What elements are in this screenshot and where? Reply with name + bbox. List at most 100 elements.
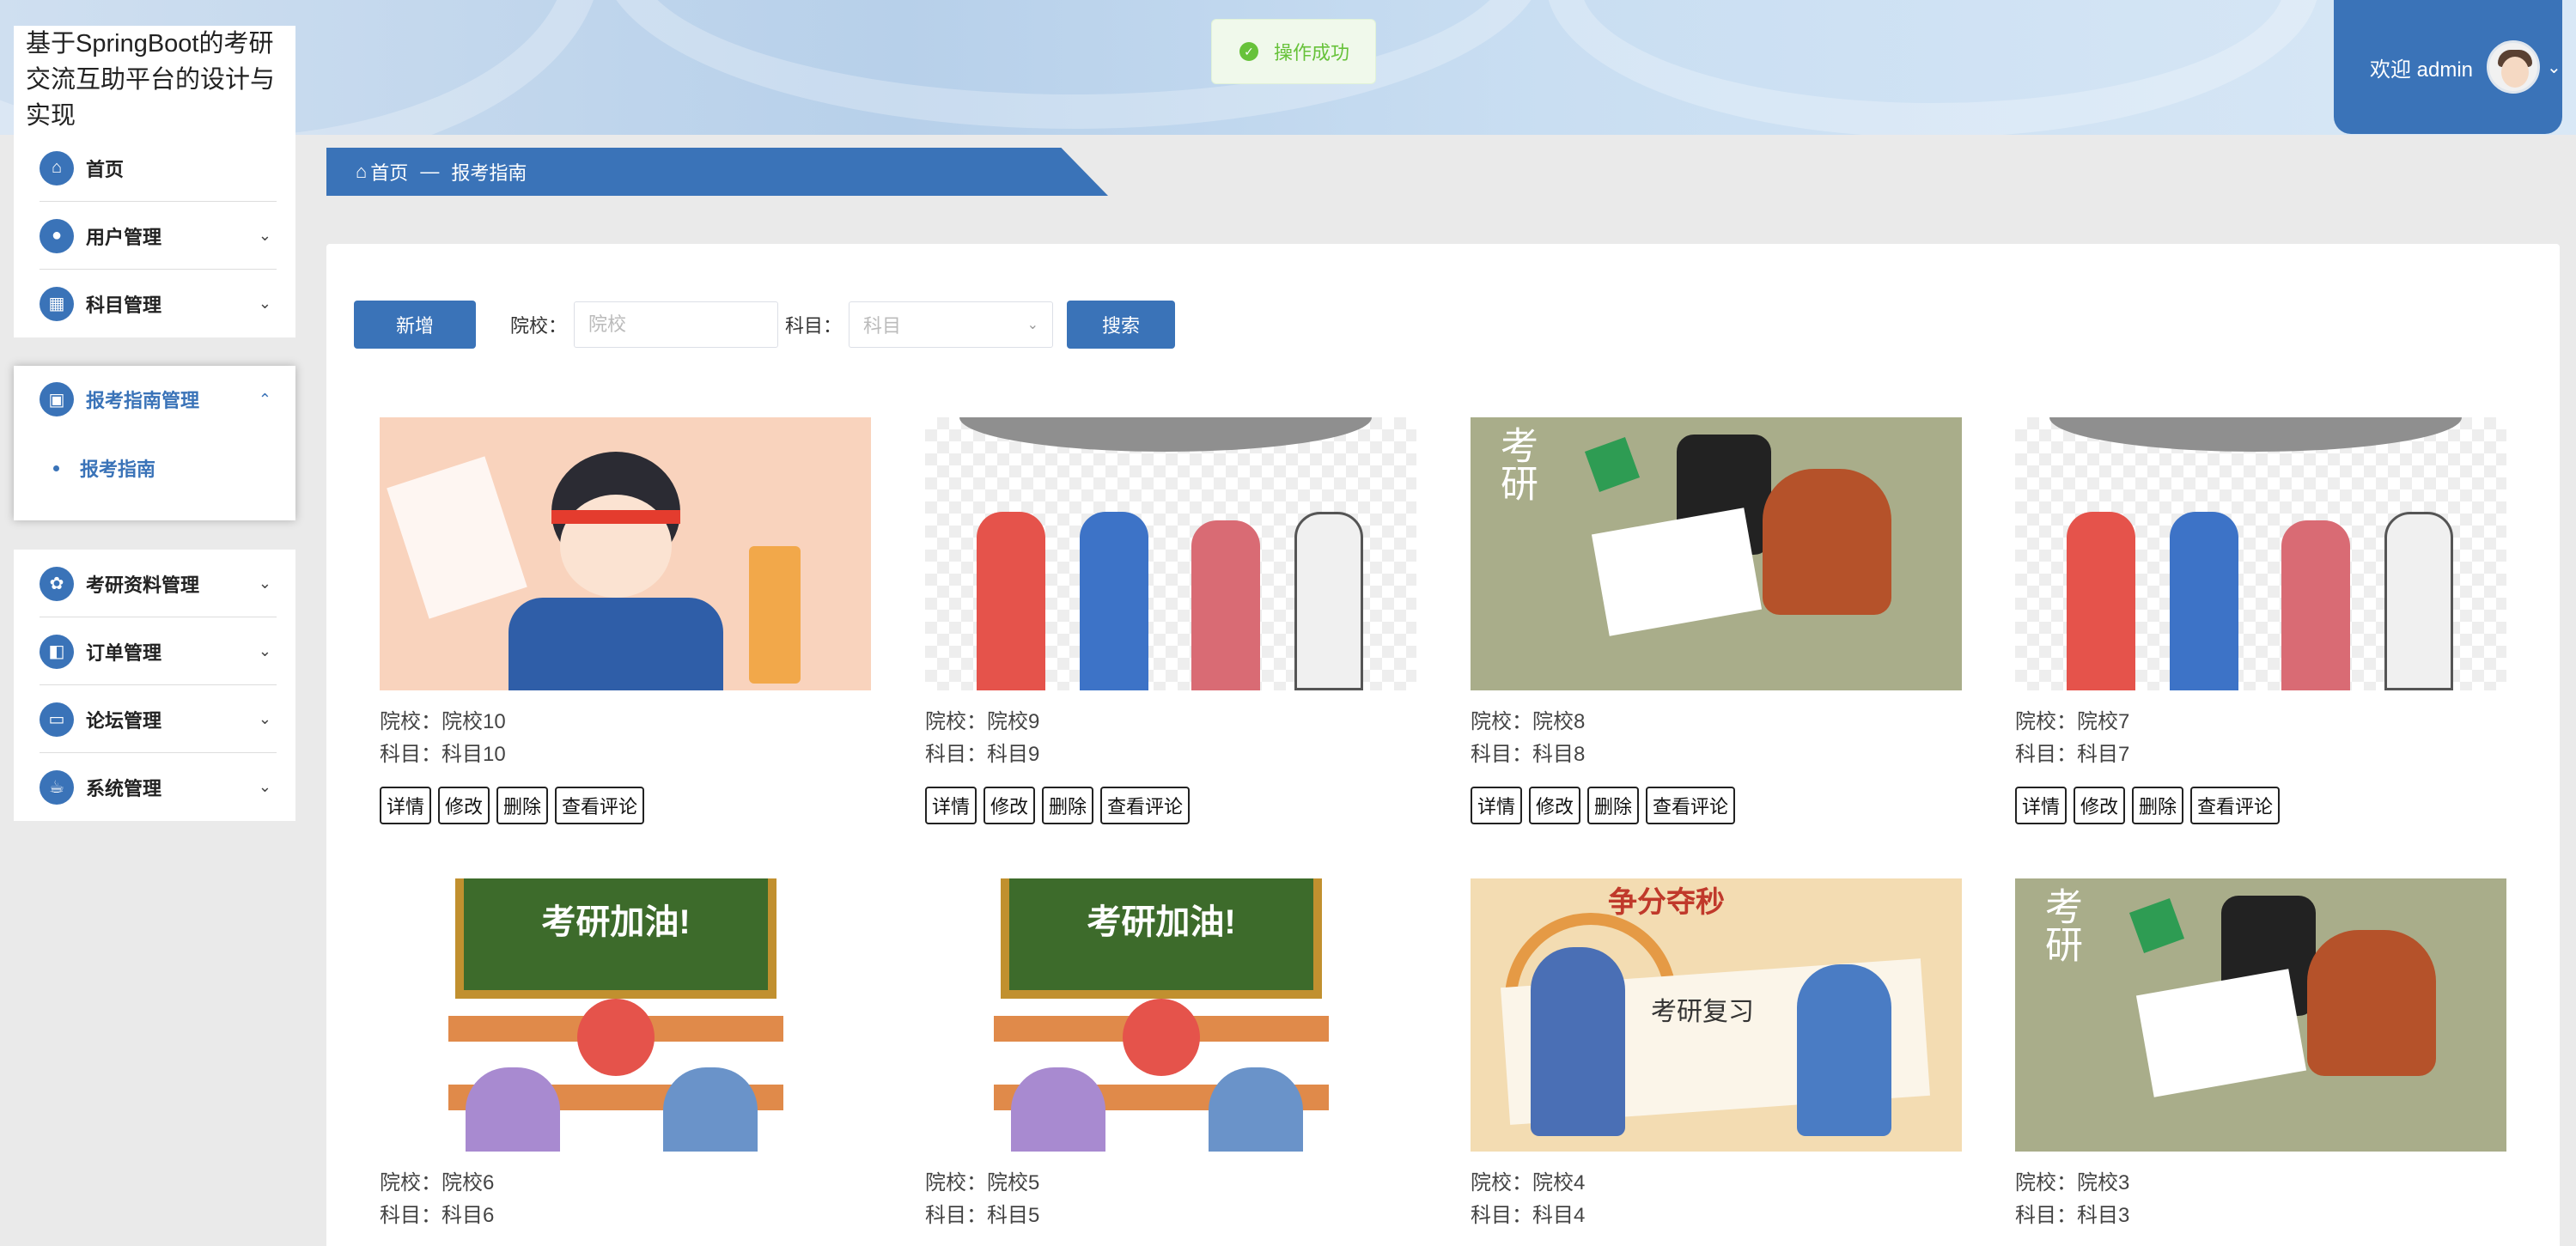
guide-card: 院校：院校7 科目：科目7 详情 修改 删除 查看评论: [2015, 417, 2506, 824]
home-icon: ⌂: [40, 150, 74, 185]
banner-decoration: [601, 0, 1546, 129]
flower-icon: ✿: [40, 566, 74, 601]
card-school: 院校：院校3: [2015, 1171, 2130, 1194]
check-circle-icon: ✓: [1239, 42, 1258, 61]
avatar-face: [2501, 57, 2530, 88]
illustration-speech-bubble: [959, 417, 1372, 452]
illustration-student: [1294, 512, 1363, 690]
guide-card-image[interactable]: [925, 417, 1416, 690]
guide-card-image[interactable]: 考研: [1471, 417, 1962, 690]
detail-button[interactable]: 详情: [380, 787, 432, 824]
breadcrumb-home[interactable]: 首页: [370, 158, 408, 185]
delete-button[interactable]: 删除: [1587, 787, 1640, 824]
sidebar-item-materials[interactable]: ✿ 考研资料管理 ⌄: [14, 550, 295, 617]
school-input[interactable]: [574, 301, 779, 348]
detail-button[interactable]: 详情: [2015, 787, 2067, 824]
card-meta: 院校：院校8 科目：科目8: [1471, 706, 1962, 771]
sidebar-item-subjects[interactable]: ▦ 科目管理 ⌄: [14, 270, 295, 337]
sidebar: ⌂ 首页 ● 用户管理 ⌄ ▦ 科目管理 ⌄ ▣ 报考指南管理 ⌃ 报考指南 ✿: [14, 134, 295, 821]
chevron-down-icon: ⌄: [1026, 318, 1039, 332]
card-school: 院校：院校7: [2015, 710, 2130, 733]
guide-card-image[interactable]: [2015, 417, 2506, 690]
sidebar-item-system[interactable]: ☕ 系统管理 ⌄: [14, 753, 295, 821]
add-button[interactable]: 新增: [354, 301, 476, 349]
card-actions: 详情 修改 删除 查看评论: [2015, 787, 2506, 824]
card-school: 院校：院校5: [925, 1171, 1040, 1194]
delete-button[interactable]: 删除: [1042, 787, 1094, 824]
chevron-down-icon: ⌄: [258, 778, 271, 795]
illustration-student: [1080, 512, 1148, 690]
chevron-down-icon[interactable]: ⌄: [2547, 57, 2561, 78]
illustration-person: [2307, 930, 2436, 1076]
guide-card: 争分夺秒 考研复习 院校：院校4 科目：科目4 详情 修改 删除 查看评论: [1471, 878, 1962, 1246]
card-meta: 院校：院校6 科目：科目6: [380, 1167, 871, 1232]
sidebar-item-label: 用户管理: [86, 226, 162, 248]
edit-button[interactable]: 修改: [2074, 787, 2126, 824]
home-icon[interactable]: ⌂: [356, 161, 367, 183]
guide-card-image[interactable]: 争分夺秒 考研复习: [1471, 878, 1962, 1152]
sidebar-item-label: 首页: [86, 158, 125, 180]
illustration-student: [2170, 512, 2238, 690]
sidebar-item-label: 系统管理: [86, 777, 162, 799]
sidebar-lower-group: ✿ 考研资料管理 ⌄ ◧ 订单管理 ⌄ ▭ 论坛管理 ⌄ ☕ 系统管理 ⌄: [14, 550, 295, 821]
card-school: 院校：院校6: [380, 1171, 495, 1194]
card-school: 院校：院校8: [1471, 710, 1586, 733]
illustration-board-text: 考研加油!: [541, 903, 691, 941]
sidebar-item-orders[interactable]: ◧ 订单管理 ⌄: [14, 617, 295, 685]
guide-card-image[interactable]: 考研加油!: [925, 878, 1416, 1152]
delete-button[interactable]: 删除: [496, 787, 549, 824]
search-button[interactable]: 搜索: [1067, 301, 1176, 349]
illustration-student: [977, 512, 1045, 690]
sidebar-item-guide-group: ▣ 报考指南管理 ⌃ 报考指南: [14, 366, 295, 520]
sidebar-top-group: ⌂ 首页 ● 用户管理 ⌄ ▦ 科目管理 ⌄: [14, 134, 295, 337]
card-school: 院校：院校10: [380, 710, 506, 733]
card-actions: 详情 修改 删除 查看评论: [925, 787, 1416, 824]
chevron-up-icon: ⌃: [258, 390, 271, 408]
delete-button[interactable]: 删除: [2132, 787, 2184, 824]
detail-button[interactable]: 详情: [925, 787, 977, 824]
guide-card-image[interactable]: 考研加油!: [380, 878, 871, 1152]
sidebar-item-forum[interactable]: ▭ 论坛管理 ⌄: [14, 685, 295, 753]
illustration-paper: [387, 456, 527, 619]
card-actions: 详情 修改 删除 查看评论: [1471, 787, 1962, 824]
edit-button[interactable]: 修改: [1529, 787, 1581, 824]
illustration-student: [663, 1067, 758, 1152]
subject-select[interactable]: 科目 ⌄: [849, 301, 1054, 348]
bullet-icon: [53, 465, 59, 471]
illustration-headband: [551, 510, 680, 524]
view-comments-button[interactable]: 查看评论: [555, 787, 645, 824]
success-toast: ✓ 操作成功: [1211, 19, 1376, 84]
briefcase-icon: ▣: [40, 382, 74, 416]
detail-button[interactable]: 详情: [1471, 787, 1523, 824]
view-comments-button[interactable]: 查看评论: [2190, 787, 2281, 824]
edit-button[interactable]: 修改: [438, 787, 490, 824]
card-school: 院校：院校4: [1471, 1171, 1586, 1194]
submenu-item-guide[interactable]: 报考指南: [14, 447, 295, 489]
card-subject: 科目：科目8: [1471, 743, 1586, 766]
illustration-body: [509, 598, 723, 690]
avatar[interactable]: [2487, 40, 2541, 94]
cup-icon: ☕: [40, 769, 74, 805]
user-menu[interactable]: 欢迎 admin ⌄: [2334, 0, 2562, 134]
guide-card: 院校：院校10 科目：科目10 详情 修改 删除 查看评论: [380, 417, 871, 824]
site-title: 基于SpringBoot的考研交流互助平台的设计与实现: [14, 26, 295, 134]
sidebar-item-label: 考研资料管理: [86, 574, 200, 596]
illustration-wall-text: 考研: [1495, 426, 1537, 501]
guide-card-image[interactable]: 考研: [2015, 878, 2506, 1152]
view-comments-button[interactable]: 查看评论: [1100, 787, 1191, 824]
toast-message: 操作成功: [1274, 42, 1350, 64]
edit-button[interactable]: 修改: [984, 787, 1036, 824]
guide-card-image[interactable]: [380, 417, 871, 690]
guide-card: 考研 院校：院校3 科目：科目3 详情 修改 删除 查看评论: [2015, 878, 2506, 1246]
guide-card: 考研加油! 院校：院校6 科目：科目6 详情 修改 删除 查看评论: [380, 878, 871, 1246]
view-comments-button[interactable]: 查看评论: [1646, 787, 1736, 824]
illustration-student: [2384, 512, 2453, 690]
grid-icon: ▦: [40, 286, 74, 321]
sidebar-item-label: 论坛管理: [86, 709, 162, 732]
school-label: 院校：: [510, 315, 568, 337]
sidebar-item-guide-management[interactable]: ▣ 报考指南管理 ⌃: [14, 366, 295, 433]
monitor-icon: ▭: [40, 702, 74, 737]
card-actions: 详情 修改 删除 查看评论: [380, 787, 871, 824]
sidebar-item-home[interactable]: ⌂ 首页: [14, 134, 295, 202]
sidebar-item-users[interactable]: ● 用户管理 ⌄: [14, 202, 295, 270]
